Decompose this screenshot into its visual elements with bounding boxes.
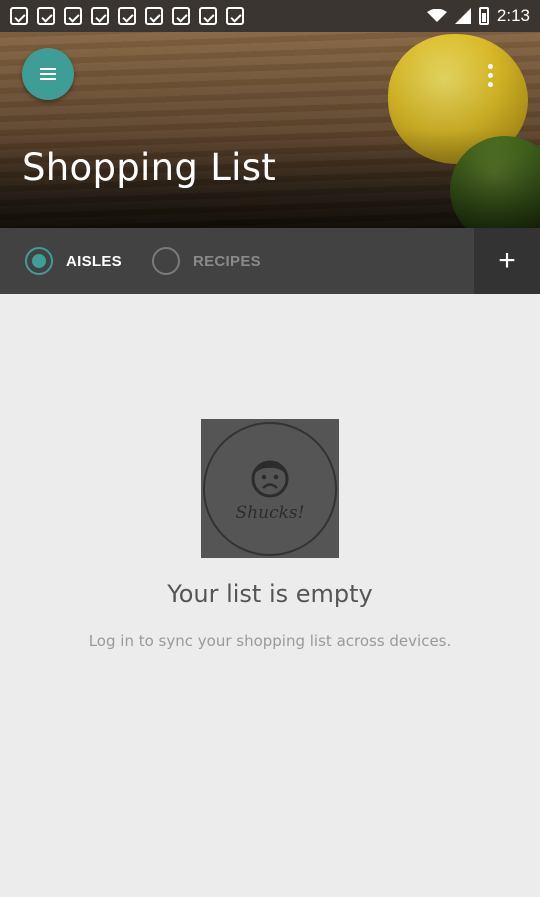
notification-icons <box>10 7 244 25</box>
shucks-text: Shucks! <box>235 502 305 523</box>
plus-icon: + <box>498 244 516 277</box>
radio-checked-icon[interactable] <box>25 247 53 275</box>
empty-subtitle: Log in to sync your shopping list across… <box>88 632 452 650</box>
aisles-option[interactable]: AISLES <box>0 228 122 294</box>
header-banner: Shopping List <box>0 32 540 228</box>
notification-icon <box>172 7 190 25</box>
radio-unchecked-icon[interactable] <box>151 247 180 275</box>
notification-icon <box>10 7 28 25</box>
recipes-label: RECIPES <box>192 252 261 270</box>
more-vert-icon <box>487 72 493 78</box>
wifi-icon <box>426 9 447 22</box>
notification-icon <box>118 7 136 25</box>
aisles-label: AISLES <box>66 252 122 270</box>
recipes-option[interactable]: RECIPES <box>122 228 261 294</box>
empty-state: Shucks! Your list is empty Log in to syn… <box>0 294 540 897</box>
battery-icon <box>478 7 489 25</box>
more-options-button[interactable] <box>478 60 502 90</box>
view-toggle-bar: AISLES RECIPES + <box>0 228 540 294</box>
page-title: Shopping List <box>22 146 277 189</box>
menu-button[interactable] <box>22 48 74 100</box>
empty-title: Your list is empty <box>167 580 373 608</box>
shucks-badge: Shucks! <box>203 421 337 556</box>
notification-icon <box>199 7 217 25</box>
hamburger-icon <box>40 78 56 80</box>
notification-icon <box>226 7 244 25</box>
notification-icon <box>145 7 163 25</box>
shucks-image: Shucks! <box>201 419 339 558</box>
notification-icon <box>37 7 55 25</box>
more-vert-icon <box>487 63 493 69</box>
hamburger-icon <box>40 68 56 70</box>
hamburger-icon <box>40 73 56 75</box>
notification-icon <box>91 7 109 25</box>
more-vert-icon <box>487 81 493 87</box>
signal-icon <box>454 8 471 24</box>
status-bar: 2:13 <box>0 0 540 32</box>
sad-face-icon <box>251 460 289 497</box>
status-time: 2:13 <box>496 6 530 25</box>
header-shade <box>0 32 540 228</box>
add-item-button[interactable]: + <box>474 228 540 294</box>
notification-icon <box>64 7 82 25</box>
